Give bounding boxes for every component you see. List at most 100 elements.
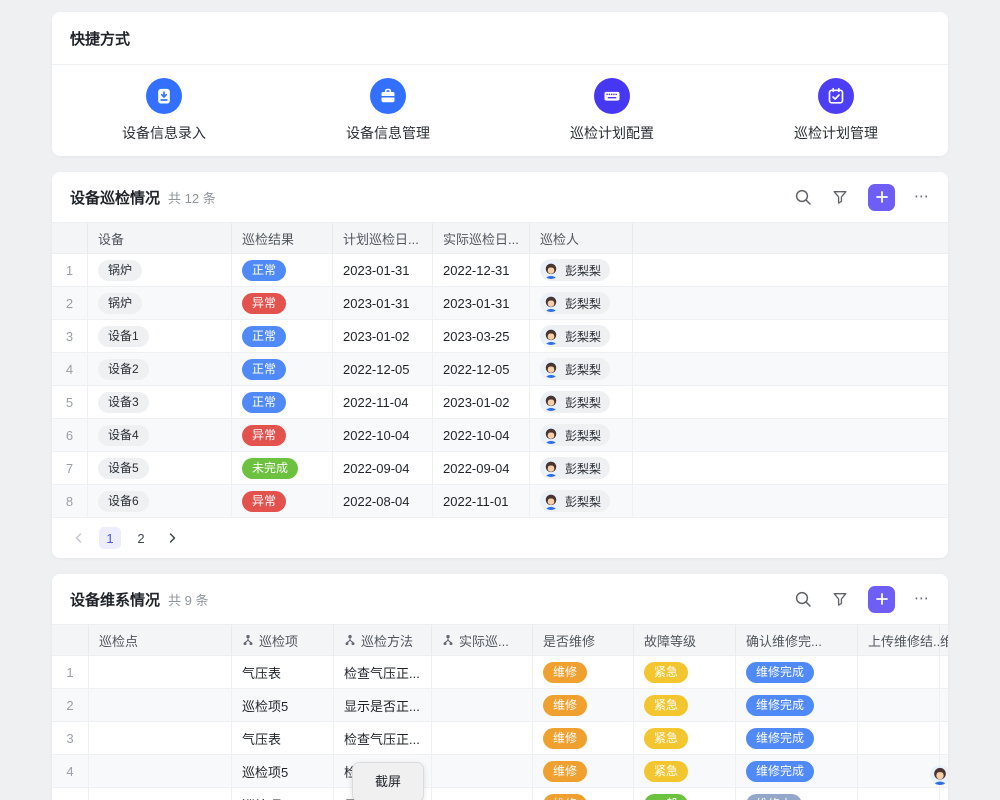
plan-date-cell[interactable]: 2022-12-05 [333, 353, 433, 385]
actual-date-cell[interactable]: 2023-01-31 [433, 287, 530, 319]
header-clipped[interactable]: 维 [940, 625, 948, 655]
point-cell[interactable] [89, 788, 232, 800]
plan-date-cell[interactable]: 2023-01-31 [333, 254, 433, 286]
actual-date-cell[interactable]: 2022-09-04 [433, 452, 530, 484]
more-icon[interactable]: ⋯ [914, 188, 930, 206]
actual-cell[interactable] [432, 755, 533, 787]
header-actual-date[interactable]: 实际巡检日... [433, 223, 530, 253]
actual-cell[interactable] [432, 689, 533, 721]
result-cell[interactable]: 异常 [232, 419, 333, 451]
inspector-cell[interactable]: 彭梨梨 [530, 485, 633, 517]
repair-cell[interactable]: 维修 [533, 656, 634, 688]
actual-date-cell[interactable]: 2023-01-02 [433, 386, 530, 418]
item-cell[interactable]: 气压表 [232, 656, 334, 688]
inspector-cell[interactable]: 彭梨梨 [530, 419, 633, 451]
add-record-button[interactable] [868, 586, 895, 613]
clipped-cell[interactable] [940, 656, 948, 688]
upload-cell[interactable] [858, 788, 940, 800]
actual-cell[interactable] [432, 722, 533, 754]
confirm-cell[interactable]: 维修中 [736, 788, 858, 800]
plan-date-cell[interactable]: 2022-10-04 [333, 419, 433, 451]
upload-cell[interactable] [858, 689, 940, 721]
result-cell[interactable]: 正常 [232, 254, 333, 286]
plan-date-cell[interactable]: 2022-11-04 [333, 386, 433, 418]
confirm-cell[interactable]: 维修完成 [736, 755, 858, 787]
result-cell[interactable]: 正常 [232, 320, 333, 352]
upload-cell[interactable] [858, 656, 940, 688]
actual-date-cell[interactable]: 2023-03-25 [433, 320, 530, 352]
plan-date-cell[interactable]: 2022-08-04 [333, 485, 433, 517]
header-repair[interactable]: 是否维修 [533, 625, 634, 655]
device-cell[interactable]: 设备6 [88, 485, 232, 517]
repair-cell[interactable]: 维修 [533, 788, 634, 800]
repair-cell[interactable]: 维修 [533, 755, 634, 787]
plan-date-cell[interactable]: 2023-01-02 [333, 320, 433, 352]
result-cell[interactable]: 异常 [232, 287, 333, 319]
device-cell[interactable]: 设备4 [88, 419, 232, 451]
header-confirm[interactable]: 确认维修完... [736, 625, 858, 655]
confirm-cell[interactable]: 维修完成 [736, 722, 858, 754]
header-point[interactable]: 巡检点 [89, 625, 232, 655]
filter-icon[interactable] [831, 590, 849, 608]
header-plan-date[interactable]: 计划巡检日... [333, 223, 433, 253]
device-cell[interactable]: 锅炉 [88, 254, 232, 286]
shortcut-plan-manage[interactable]: 巡检计划管理 [724, 65, 948, 155]
search-icon[interactable] [794, 590, 812, 608]
header-inspector[interactable]: 巡检人 [530, 223, 633, 253]
repair-cell[interactable]: 维修 [533, 689, 634, 721]
header-device[interactable]: 设备 [88, 223, 232, 253]
method-cell[interactable]: 检查气压正... [334, 722, 432, 754]
shortcut-device-entry[interactable]: 设备信息录入 [52, 65, 276, 155]
inspector-cell[interactable]: 彭梨梨 [530, 386, 633, 418]
upload-cell[interactable] [858, 722, 940, 754]
clipped-cell[interactable] [940, 722, 948, 754]
shortcut-device-manage[interactable]: 设备信息管理 [276, 65, 500, 155]
shortcut-plan-config[interactable]: 巡检计划配置 [500, 65, 724, 155]
inspector-cell[interactable]: 彭梨梨 [530, 320, 633, 352]
level-cell[interactable]: 紧急 [634, 656, 736, 688]
inspector-cell[interactable]: 彭梨梨 [530, 353, 633, 385]
page-2-button[interactable]: 2 [130, 527, 152, 549]
header-actual[interactable]: 实际巡... [432, 625, 533, 655]
actual-cell[interactable] [432, 656, 533, 688]
actual-date-cell[interactable]: 2022-11-01 [433, 485, 530, 517]
point-cell[interactable] [89, 689, 232, 721]
upload-cell[interactable] [858, 755, 940, 787]
inspector-cell[interactable]: 彭梨梨 [530, 254, 633, 286]
point-cell[interactable] [89, 722, 232, 754]
result-cell[interactable]: 正常 [232, 386, 333, 418]
confirm-cell[interactable]: 维修完成 [736, 656, 858, 688]
page-1-button[interactable]: 1 [99, 527, 121, 549]
result-cell[interactable]: 正常 [232, 353, 333, 385]
more-icon[interactable]: ⋯ [914, 590, 930, 608]
header-level[interactable]: 故障等级 [634, 625, 736, 655]
search-icon[interactable] [794, 188, 812, 206]
method-cell[interactable]: 显示是否正... [334, 689, 432, 721]
device-cell[interactable]: 设备5 [88, 452, 232, 484]
level-cell[interactable]: 一般 [634, 788, 736, 800]
device-cell[interactable]: 设备1 [88, 320, 232, 352]
clipped-cell[interactable] [940, 689, 948, 721]
item-cell[interactable]: 巡检项5 [232, 788, 334, 800]
plan-date-cell[interactable]: 2023-01-31 [333, 287, 433, 319]
prev-page-icon[interactable] [68, 527, 90, 549]
next-page-icon[interactable] [161, 527, 183, 549]
result-cell[interactable]: 未完成 [232, 452, 333, 484]
actual-date-cell[interactable]: 2022-12-31 [433, 254, 530, 286]
header-upload[interactable]: 上传维修结... [858, 625, 940, 655]
level-cell[interactable]: 紧急 [634, 755, 736, 787]
level-cell[interactable]: 紧急 [634, 722, 736, 754]
inspector-cell[interactable]: 彭梨梨 [530, 452, 633, 484]
device-cell[interactable]: 设备2 [88, 353, 232, 385]
item-cell[interactable]: 巡检项5 [232, 755, 334, 787]
result-cell[interactable]: 异常 [232, 485, 333, 517]
method-cell[interactable]: 检查气压正... [334, 656, 432, 688]
inspector-cell[interactable]: 彭梨梨 [530, 287, 633, 319]
plan-date-cell[interactable]: 2022-09-04 [333, 452, 433, 484]
item-cell[interactable]: 气压表 [232, 722, 334, 754]
header-item[interactable]: 巡检项 [232, 625, 334, 655]
device-cell[interactable]: 锅炉 [88, 287, 232, 319]
filter-icon[interactable] [831, 188, 849, 206]
clipped-cell[interactable] [940, 788, 948, 800]
level-cell[interactable]: 紧急 [634, 689, 736, 721]
